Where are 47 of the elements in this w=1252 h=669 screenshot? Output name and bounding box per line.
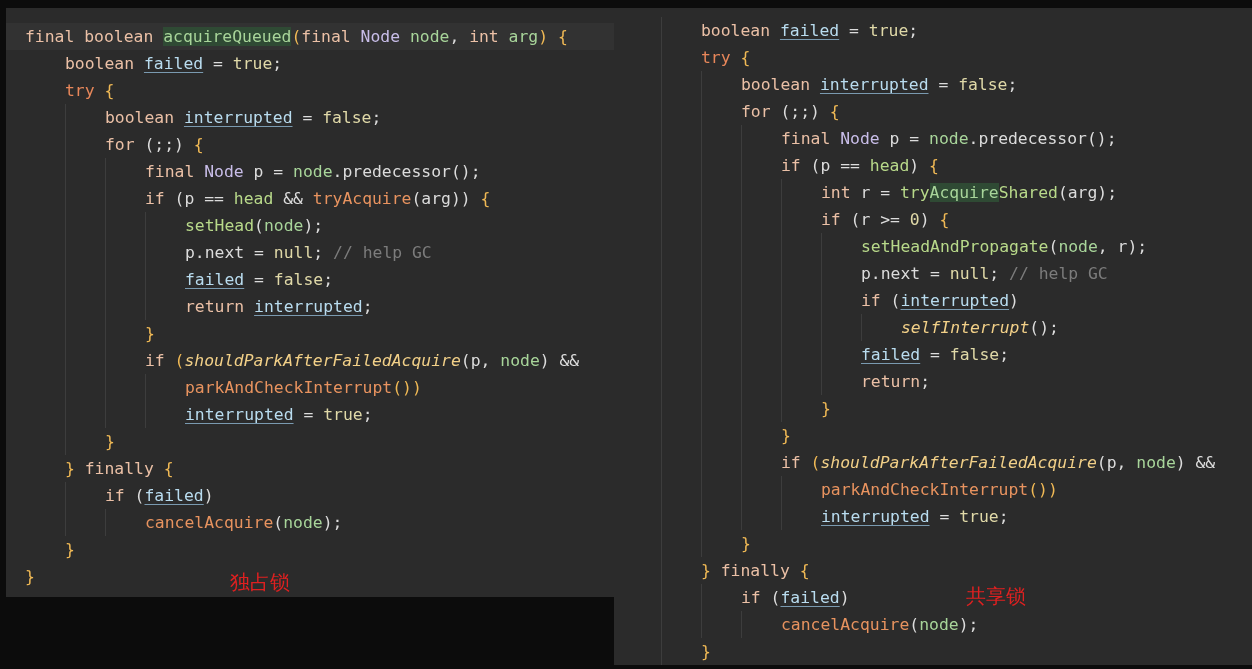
code-line: p.next = null; // help GC xyxy=(861,264,1108,283)
code-line: parkAndCheckInterrupt()) xyxy=(821,480,1058,499)
code-line: if (failed) xyxy=(741,588,850,607)
code-line: interrupted = true; xyxy=(185,405,373,424)
code-line: } xyxy=(821,399,831,418)
code-line: int r = tryAcquireShared(arg); xyxy=(821,183,1118,202)
code-line: final Node p = node.predecessor(); xyxy=(781,129,1117,148)
annotation-text: 共享锁 xyxy=(966,583,1026,610)
code-line: setHeadAndPropagate(node, r); xyxy=(861,237,1148,256)
code-line: } xyxy=(145,324,155,343)
code-line: for (;;) { xyxy=(741,102,840,121)
code-line: boolean failed = true; xyxy=(65,54,283,73)
code-line: failed = false; xyxy=(861,345,1010,364)
code-line: failed = false; xyxy=(185,270,334,289)
code-line: return interrupted; xyxy=(185,297,373,316)
code-line: } xyxy=(781,426,791,445)
code-line: } xyxy=(65,540,75,559)
code-line: interrupted = true; xyxy=(821,507,1009,526)
code-line: if (interrupted) xyxy=(861,291,1019,310)
code-line: if (p == head && tryAcquire(arg)) { xyxy=(145,189,491,208)
code-line: for (;;) { xyxy=(105,135,204,154)
code-line: if (r >= 0) { xyxy=(821,210,950,229)
code-line: if (p == head) { xyxy=(781,156,939,175)
code-line: parkAndCheckInterrupt()) xyxy=(185,378,422,397)
code-line: } xyxy=(701,642,711,661)
code-line: p.next = null; // help GC xyxy=(185,243,432,262)
annotation-text: 独占锁 xyxy=(230,569,290,596)
code-line: } xyxy=(25,567,35,586)
code-line: selfInterrupt(); xyxy=(901,318,1059,337)
code-line: boolean failed = true; xyxy=(701,21,919,40)
code-line: if (failed) xyxy=(105,486,214,505)
code-line: } xyxy=(741,534,751,553)
code-line: return; xyxy=(861,372,931,391)
code-line: try { xyxy=(701,48,751,67)
code-line: final Node p = node.predecessor(); xyxy=(145,162,481,181)
code-line: boolean interrupted = false; xyxy=(105,108,382,127)
code-line: if (shouldParkAfterFailedAcquire(p, node) && xyxy=(781,453,1216,472)
code-line: try { xyxy=(65,81,115,100)
code-line: if (shouldParkAfterFailedAcquire(p, node) && xyxy=(145,351,580,370)
code-line: setHead(node); xyxy=(185,216,324,235)
code-line: } xyxy=(105,432,115,451)
code-line: cancelAcquire(node); xyxy=(145,513,343,532)
code-line: } finally { xyxy=(65,459,174,478)
code-line: boolean interrupted = false; xyxy=(741,75,1018,94)
code-line: } finally { xyxy=(701,561,810,580)
code-line: final boolean acquireQueued(final Node node, int arg) { xyxy=(25,27,568,46)
code-line: cancelAcquire(node); xyxy=(781,615,979,634)
